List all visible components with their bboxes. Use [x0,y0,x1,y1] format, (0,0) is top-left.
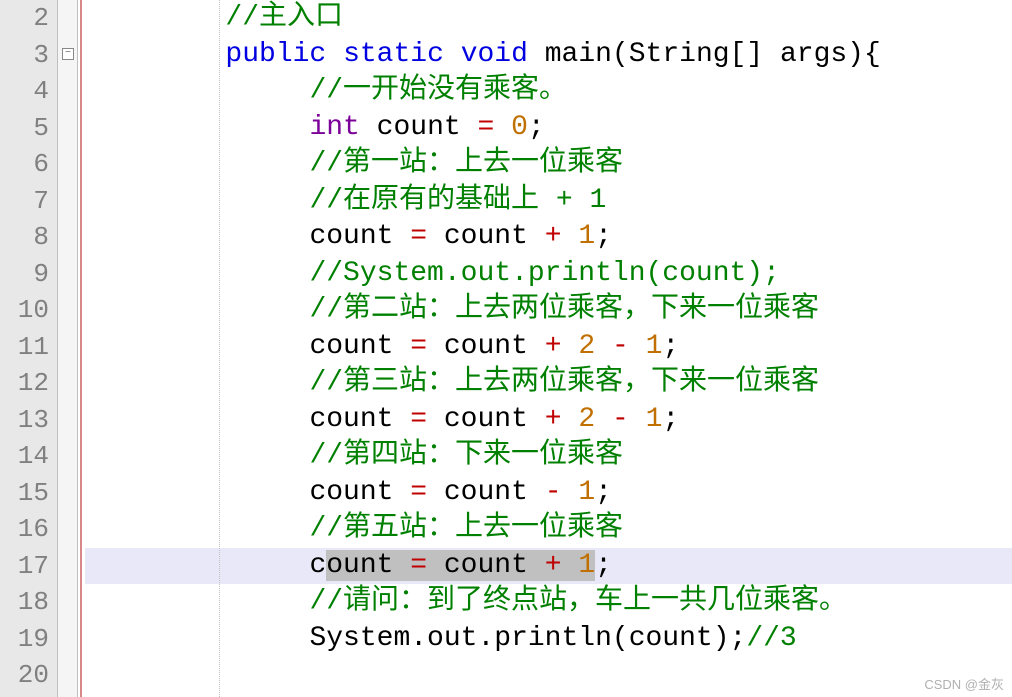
code-line[interactable]: count = count + 2 - 1; [85,329,1012,366]
code-line[interactable]: public static void main(String[] args){ [85,37,1012,74]
line-number: 5 [0,110,49,147]
fold-collapse-icon[interactable]: − [62,48,74,60]
code-line[interactable]: count = count - 1; [85,475,1012,512]
code-line[interactable]: count = count + 2 - 1; [85,402,1012,439]
change-margin [78,0,85,697]
watermark-text: CSDN @金灰 [924,674,1004,693]
code-text-area[interactable]: //主入口 public static void main(String[] a… [85,0,1012,697]
code-line[interactable]: //请问：到了终点站，车上一共几位乘客。 [85,584,1012,621]
code-line[interactable]: //第四站：下来一位乘客 [85,438,1012,475]
line-number-gutter: 2 3 4 5 6 7 8 9 10 11 12 13 14 15 16 17 … [0,0,58,697]
line-number: 14 [0,438,49,475]
line-number: 13 [0,402,49,439]
line-number: 20 [0,657,49,694]
code-line-current[interactable]: count = count + 1; [85,548,1012,585]
code-line[interactable]: //第三站：上去两位乘客，下来一位乘客 [85,365,1012,402]
line-number: 9 [0,256,49,293]
fold-gutter: − [58,0,78,697]
code-line[interactable]: //第五站：上去一位乘客 [85,511,1012,548]
line-number: 16 [0,511,49,548]
line-number: 15 [0,475,49,512]
line-number: 2 [0,0,49,37]
line-number: 7 [0,183,49,220]
code-line[interactable]: count = count + 1; [85,219,1012,256]
line-number: 19 [0,621,49,658]
code-line[interactable]: //第二站：上去两位乘客，下来一位乘客 [85,292,1012,329]
line-number: 12 [0,365,49,402]
code-line[interactable]: //一开始没有乘客。 [85,73,1012,110]
code-editor[interactable]: 2 3 4 5 6 7 8 9 10 11 12 13 14 15 16 17 … [0,0,1012,697]
line-number: 10 [0,292,49,329]
code-line[interactable]: System.out.println(count);//3 [85,621,1012,658]
code-line[interactable]: //主入口 [85,0,1012,37]
line-number: 4 [0,73,49,110]
indent-guide [219,0,220,697]
line-number: 18 [0,584,49,621]
line-number: 3 [0,37,49,74]
line-number: 8 [0,219,49,256]
code-line[interactable]: //第一站：上去一位乘客 [85,146,1012,183]
line-number: 17 [0,548,49,585]
code-line[interactable]: //在原有的基础上 + 1 [85,183,1012,220]
code-line[interactable]: //System.out.println(count); [85,256,1012,293]
code-line[interactable] [85,657,1012,694]
line-number: 6 [0,146,49,183]
code-line[interactable]: int count = 0; [85,110,1012,147]
line-number: 11 [0,329,49,366]
